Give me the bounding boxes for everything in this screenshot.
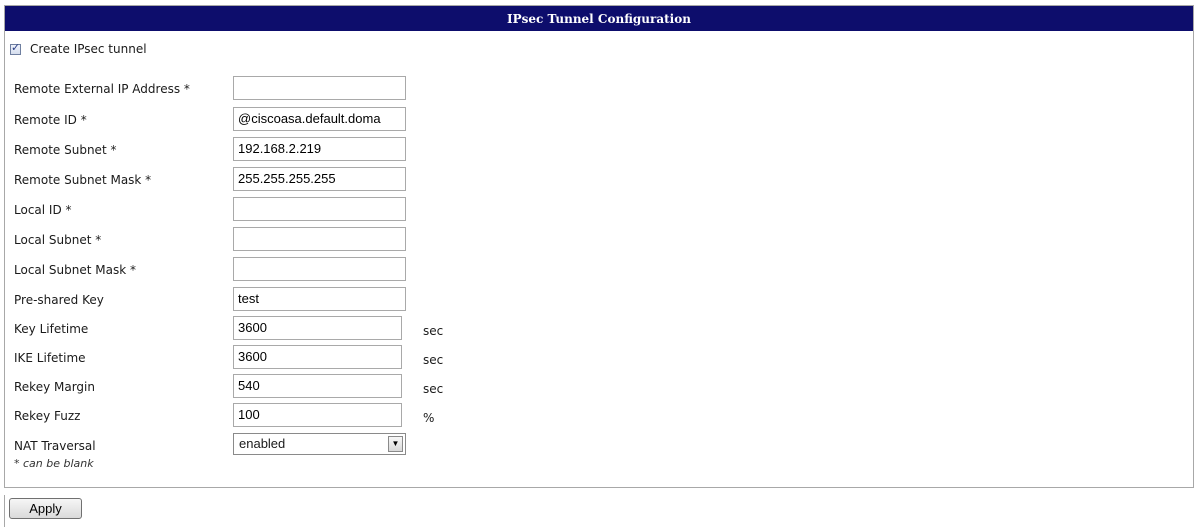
remote-subnet-label: Remote Subnet * <box>14 143 117 157</box>
remote-subnet-mask-label: Remote Subnet Mask * <box>14 173 152 187</box>
rekey-fuzz-row: Rekey Fuzz 100 % <box>14 403 1114 427</box>
local-id-input[interactable] <box>233 197 406 221</box>
apply-bar: Apply <box>4 495 1195 527</box>
blank-hint: * can be blank <box>14 457 94 470</box>
ike-lifetime-unit: sec <box>423 353 444 367</box>
panel-title: IPsec Tunnel Configuration <box>5 6 1193 31</box>
key-lifetime-row: Key Lifetime 3600 sec <box>14 316 1114 340</box>
local-subnet-row: Local Subnet * <box>14 227 1114 251</box>
ike-lifetime-label: IKE Lifetime <box>14 351 86 365</box>
remote-id-row: Remote ID * @ciscoasa.default.doma <box>14 107 1114 131</box>
nat-traversal-row: NAT Traversal enabled ▼ <box>14 433 1114 457</box>
rekey-fuzz-unit: % <box>423 411 435 425</box>
local-subnet-mask-row: Local Subnet Mask * <box>14 257 1114 281</box>
psk-input[interactable]: test <box>233 287 406 311</box>
remote-subnet-input[interactable]: 192.168.2.219 <box>233 137 406 161</box>
local-id-row: Local ID * <box>14 197 1114 221</box>
dropdown-arrow-icon[interactable]: ▼ <box>388 436 403 452</box>
apply-button[interactable]: Apply <box>9 498 82 519</box>
local-subnet-label: Local Subnet * <box>14 233 102 247</box>
key-lifetime-input[interactable]: 3600 <box>233 316 402 340</box>
local-subnet-input[interactable] <box>233 227 406 251</box>
create-tunnel-row[interactable]: ✓ Create IPsec tunnel <box>10 40 147 56</box>
local-subnet-mask-label: Local Subnet Mask * <box>14 263 136 277</box>
rekey-fuzz-input[interactable]: 100 <box>233 403 402 427</box>
local-subnet-mask-input[interactable] <box>233 257 406 281</box>
create-tunnel-label: Create IPsec tunnel <box>30 42 147 56</box>
rekey-margin-row: Rekey Margin 540 sec <box>14 374 1114 398</box>
psk-label: Pre-shared Key <box>14 293 104 307</box>
local-id-label: Local ID * <box>14 203 72 217</box>
nat-traversal-select[interactable]: enabled ▼ <box>233 433 406 455</box>
remote-ext-ip-input[interactable] <box>233 76 406 100</box>
rekey-margin-label: Rekey Margin <box>14 380 95 394</box>
ike-lifetime-row: IKE Lifetime 3600 sec <box>14 345 1114 369</box>
remote-ext-ip-row: Remote External IP Address * <box>14 76 1114 100</box>
rekey-fuzz-label: Rekey Fuzz <box>14 409 81 423</box>
remote-subnet-row: Remote Subnet * 192.168.2.219 <box>14 137 1114 161</box>
rekey-margin-unit: sec <box>423 382 444 396</box>
nat-traversal-label: NAT Traversal <box>14 439 96 453</box>
psk-row: Pre-shared Key test <box>14 287 1114 311</box>
nat-traversal-value: enabled <box>239 436 286 451</box>
remote-id-input[interactable]: @ciscoasa.default.doma <box>233 107 406 131</box>
remote-id-label: Remote ID * <box>14 113 87 127</box>
ike-lifetime-input[interactable]: 3600 <box>233 345 402 369</box>
key-lifetime-label: Key Lifetime <box>14 322 89 336</box>
checkmark-icon: ✓ <box>11 40 21 54</box>
rekey-margin-input[interactable]: 540 <box>233 374 402 398</box>
key-lifetime-unit: sec <box>423 324 444 338</box>
remote-subnet-mask-input[interactable]: 255.255.255.255 <box>233 167 406 191</box>
remote-subnet-mask-row: Remote Subnet Mask * 255.255.255.255 <box>14 167 1114 191</box>
create-tunnel-checkbox[interactable]: ✓ <box>10 40 21 55</box>
remote-ext-ip-label: Remote External IP Address * <box>14 82 190 96</box>
